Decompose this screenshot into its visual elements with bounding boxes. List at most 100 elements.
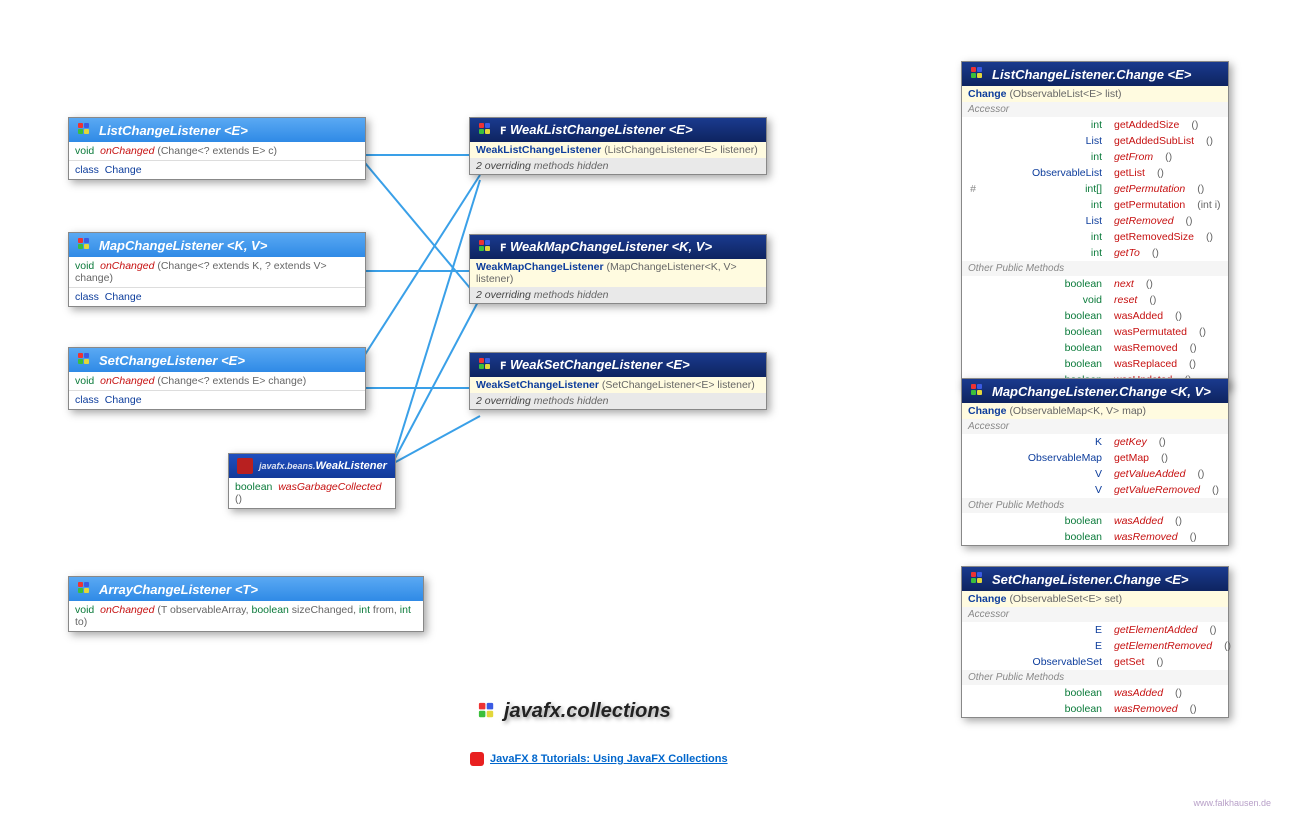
class-icon (77, 581, 93, 597)
class-icon (970, 383, 986, 399)
class-title-pkg: javafx.beans.WeakListener (259, 460, 387, 472)
method-row: booleanwasRemoved() (962, 340, 1228, 356)
class-title: ListChangeListener.Change <E> (992, 67, 1191, 82)
constructor-row: WeakMapChangeListener (MapChangeListener… (470, 259, 766, 287)
class-icon (478, 357, 494, 373)
class-title: ListChangeListener <E> (99, 123, 248, 138)
constructor-row: WeakListChangeListener (ListChangeListen… (470, 142, 766, 158)
method-row: ListgetRemoved() (962, 213, 1228, 229)
weakmapchangelistener-box: ꜰ WeakMapChangeListener <K, V> WeakMapCh… (469, 234, 767, 304)
section-other: Other Public Methods (962, 498, 1228, 513)
method-row: void onChanged (Change<? extends E> chan… (69, 372, 365, 390)
hidden-methods-note: 2 overriding methods hidden (470, 393, 766, 409)
method-row: VgetValueRemoved() (962, 482, 1228, 498)
section-other: Other Public Methods (962, 261, 1228, 276)
method-row: VgetValueAdded() (962, 466, 1228, 482)
other-list: booleanwasAdded()booleanwasRemoved() (962, 513, 1228, 545)
class-icon (478, 239, 494, 255)
method-row: EgetElementAdded() (962, 622, 1228, 638)
hidden-methods-note: 2 overriding methods hidden (470, 158, 766, 174)
class-title: ArrayChangeListener <T> (99, 582, 258, 597)
method-row: intgetAddedSize() (962, 117, 1228, 133)
method-row: boolean wasGarbageCollected () (229, 478, 395, 508)
class-icon (77, 122, 93, 138)
method-row: booleanwasRemoved() (962, 701, 1228, 717)
class-icon (77, 352, 93, 368)
method-row: booleanwasReplaced() (962, 356, 1228, 372)
class-icon (478, 122, 494, 138)
constructor-row: Change (ObservableMap<K, V> map) (962, 403, 1228, 419)
method-row: KgetKey() (962, 434, 1228, 450)
setchangelistener-box: SetChangeListener <E> void onChanged (Ch… (68, 347, 366, 410)
weaksetchangelistener-box: ꜰ WeakSetChangeListener <E> WeakSetChang… (469, 352, 767, 410)
method-row: #int[]getPermutation() (962, 181, 1228, 197)
class-header: javafx.beans.WeakListener (229, 454, 395, 478)
class-header: ArrayChangeListener <T> (69, 577, 423, 601)
method-row: booleanwasPermutated() (962, 324, 1228, 340)
section-accessor: Accessor (962, 607, 1228, 622)
method-row: ObservableListgetList() (962, 165, 1228, 181)
method-row: void onChanged (Change<? extends E> c) (69, 142, 365, 160)
class-header: ListChangeListener <E> (69, 118, 365, 142)
class-icon (970, 571, 986, 587)
method-row: ObservableSetgetSet() (962, 654, 1228, 670)
arraychangelistener-box: ArrayChangeListener <T> void onChanged (… (68, 576, 424, 632)
title-icon (478, 701, 499, 722)
method-row: booleanwasRemoved() (962, 529, 1228, 545)
accessor-list: KgetKey()ObservableMapgetMap()VgetValueA… (962, 434, 1228, 498)
mapchangelistener-box: MapChangeListener <K, V> void onChanged … (68, 232, 366, 307)
constructor-row: Change (ObservableList<E> list) (962, 86, 1228, 102)
oracle-icon (470, 752, 484, 766)
method-row: booleannext() (962, 276, 1228, 292)
method-row: intgetTo() (962, 245, 1228, 261)
section-accessor: Accessor (962, 102, 1228, 117)
mapchange-change-box: MapChangeListener.Change <K, V> Change (… (961, 378, 1229, 546)
method-row: intgetFrom() (962, 149, 1228, 165)
class-title: SetChangeListener.Change <E> (992, 572, 1189, 587)
class-header: SetChangeListener.Change <E> (962, 567, 1228, 591)
diagram-title: javafx.collections (480, 700, 671, 723)
class-header: ListChangeListener.Change <E> (962, 62, 1228, 86)
class-title: ꜰ WeakSetChangeListener <E> (500, 357, 690, 373)
listchangelistener-box: ListChangeListener <E> void onChanged (C… (68, 117, 366, 180)
setchange-change-box: SetChangeListener.Change <E> Change (Obs… (961, 566, 1229, 718)
section-other: Other Public Methods (962, 670, 1228, 685)
method-row: booleanwasAdded() (962, 685, 1228, 701)
class-header: ꜰ WeakMapChangeListener <K, V> (470, 235, 766, 259)
inner-class-row: class Change (69, 160, 365, 179)
method-row: booleanwasAdded() (962, 513, 1228, 529)
accessor-list: EgetElementAdded()EgetElementRemoved()Ob… (962, 622, 1228, 670)
class-title: ꜰ WeakMapChangeListener <K, V> (500, 239, 712, 255)
method-row: ListgetAddedSubList() (962, 133, 1228, 149)
class-header: ꜰ WeakListChangeListener <E> (470, 118, 766, 142)
listchange-change-box: ListChangeListener.Change <E> Change (Ob… (961, 61, 1229, 389)
hidden-methods-note: 2 overriding methods hidden (470, 287, 766, 303)
watermark: www.falkhausen.de (1193, 798, 1271, 808)
class-title: ꜰ WeakListChangeListener <E> (500, 122, 693, 138)
inner-class-row: class Change (69, 287, 365, 306)
title-text: javafx.collections (504, 700, 671, 723)
method-row: void onChanged (Change<? extends K, ? ex… (69, 257, 365, 287)
link-text: JavaFX 8 Tutorials: Using JavaFX Collect… (490, 753, 728, 765)
section-accessor: Accessor (962, 419, 1228, 434)
class-header: MapChangeListener.Change <K, V> (962, 379, 1228, 403)
weaklistchangelistener-box: ꜰ WeakListChangeListener <E> WeakListCha… (469, 117, 767, 175)
constructor-row: WeakSetChangeListener (SetChangeListener… (470, 377, 766, 393)
constructor-row: Change (ObservableSet<E> set) (962, 591, 1228, 607)
tutorial-link[interactable]: JavaFX 8 Tutorials: Using JavaFX Collect… (470, 752, 728, 766)
class-icon (77, 237, 93, 253)
weaklistener-box: javafx.beans.WeakListener boolean wasGar… (228, 453, 396, 509)
other-list: booleanwasAdded()booleanwasRemoved() (962, 685, 1228, 717)
class-header: SetChangeListener <E> (69, 348, 365, 372)
accessor-list: intgetAddedSize()ListgetAddedSubList()in… (962, 117, 1228, 261)
method-row: intgetRemovedSize() (962, 229, 1228, 245)
method-row: void onChanged (T observableArray, boole… (69, 601, 423, 631)
class-header: ꜰ WeakSetChangeListener <E> (470, 353, 766, 377)
class-icon (970, 66, 986, 82)
method-row: booleanwasAdded() (962, 308, 1228, 324)
class-title: MapChangeListener <K, V> (99, 238, 267, 253)
other-list: booleannext()voidreset()booleanwasAdded(… (962, 276, 1228, 388)
class-title: MapChangeListener.Change <K, V> (992, 384, 1211, 399)
class-header: MapChangeListener <K, V> (69, 233, 365, 257)
method-row: EgetElementRemoved() (962, 638, 1228, 654)
